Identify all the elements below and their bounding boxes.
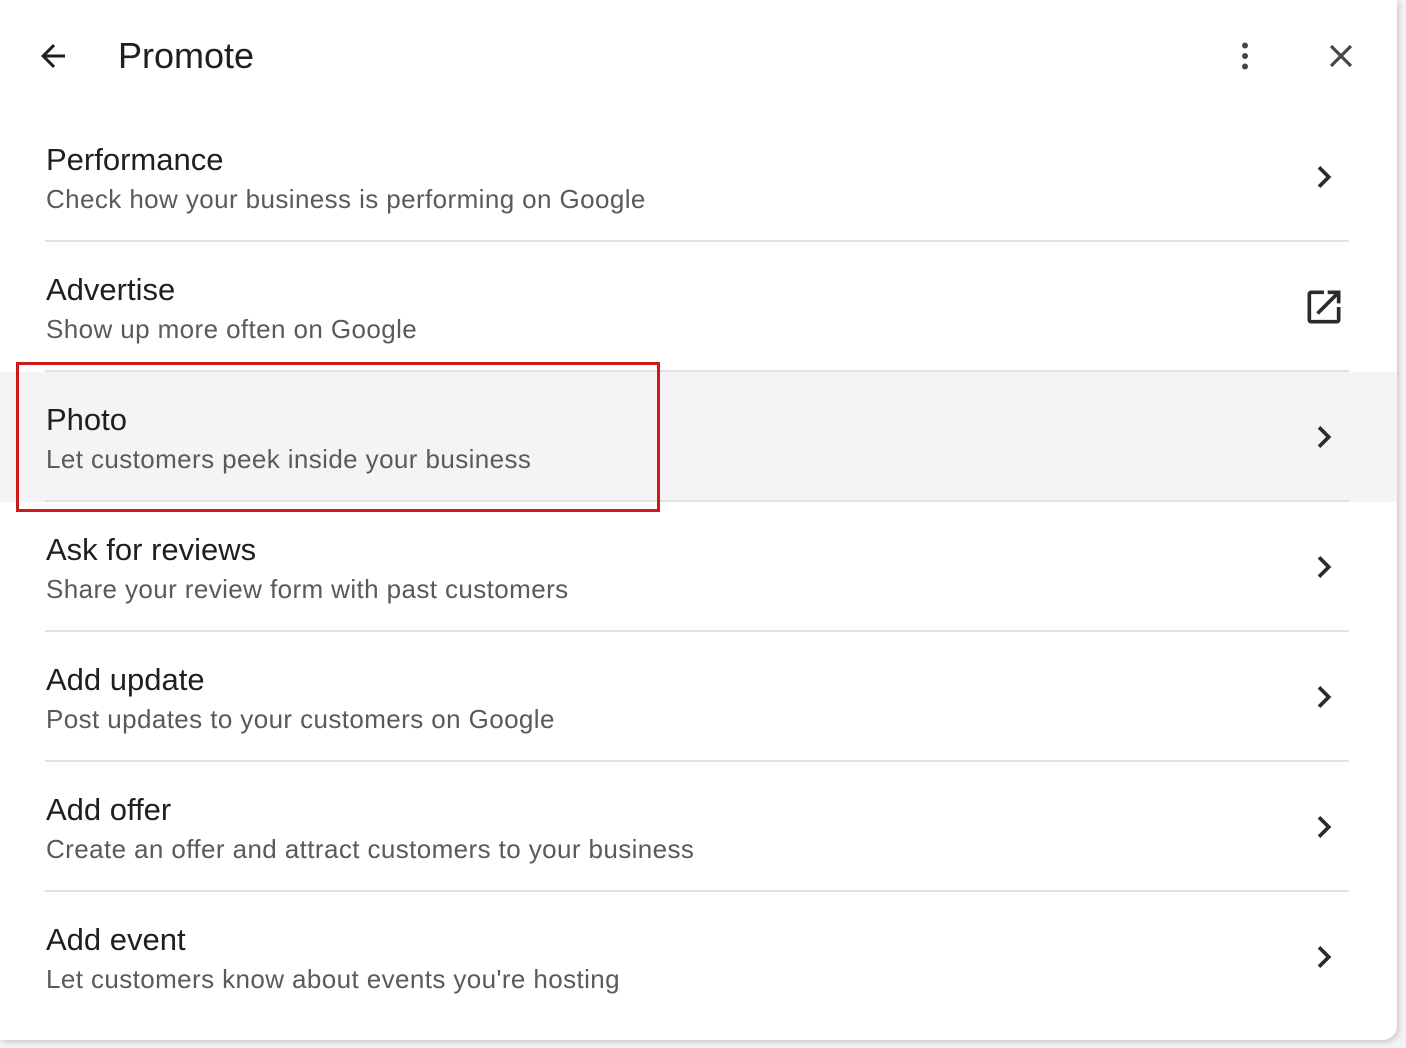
chevron-right-icon (1300, 543, 1348, 591)
close-icon (1329, 44, 1353, 68)
item-description: Create an offer and attract customers to… (46, 834, 695, 864)
promote-options-list: Performance Check how your business is p… (0, 112, 1397, 1022)
list-item-ask-for-reviews[interactable]: Ask for reviews Share your review form w… (0, 502, 1397, 632)
item-label: Add offer (46, 792, 172, 827)
more-options-button[interactable] (1217, 28, 1273, 84)
item-label: Performance (46, 142, 224, 177)
arrow-left-icon (41, 44, 65, 68)
chevron-right-icon (1300, 803, 1348, 851)
close-button[interactable] (1313, 28, 1369, 84)
list-item-add-event[interactable]: Add event Let customers know about event… (0, 892, 1397, 1022)
list-item-add-offer[interactable]: Add offer Create an offer and attract cu… (0, 762, 1397, 892)
chevron-right-icon (1300, 413, 1348, 461)
open-in-new-icon (1300, 283, 1348, 331)
list-item-performance[interactable]: Performance Check how your business is p… (0, 112, 1397, 242)
chevron-right-icon (1300, 933, 1348, 981)
panel-header: Promote (0, 0, 1397, 112)
item-description: Let customers peek inside your business (46, 444, 532, 474)
page-title: Promote (118, 35, 255, 76)
back-button[interactable] (25, 28, 81, 84)
chevron-right-icon (1300, 153, 1348, 201)
item-label: Add update (46, 662, 205, 697)
item-description: Show up more often on Google (46, 314, 418, 344)
list-item-photo[interactable]: Photo Let customers peek inside your bus… (0, 372, 1397, 502)
item-description: Post updates to your customers on Google (46, 704, 555, 734)
list-item-advertise[interactable]: Advertise Show up more often on Google (0, 242, 1397, 372)
item-label: Ask for reviews (46, 532, 257, 567)
promote-panel: Promote Performance Check how your busin… (0, 0, 1397, 1040)
item-label: Add event (46, 922, 186, 957)
item-description: Check how your business is performing on… (46, 184, 646, 214)
more-vertical-icon (1242, 42, 1248, 70)
item-label: Advertise (46, 272, 176, 307)
item-description: Let customers know about events you're h… (46, 964, 621, 994)
item-label: Photo (46, 402, 128, 437)
chevron-right-icon (1300, 673, 1348, 721)
item-description: Share your review form with past custome… (46, 574, 569, 604)
list-item-add-update[interactable]: Add update Post updates to your customer… (0, 632, 1397, 762)
